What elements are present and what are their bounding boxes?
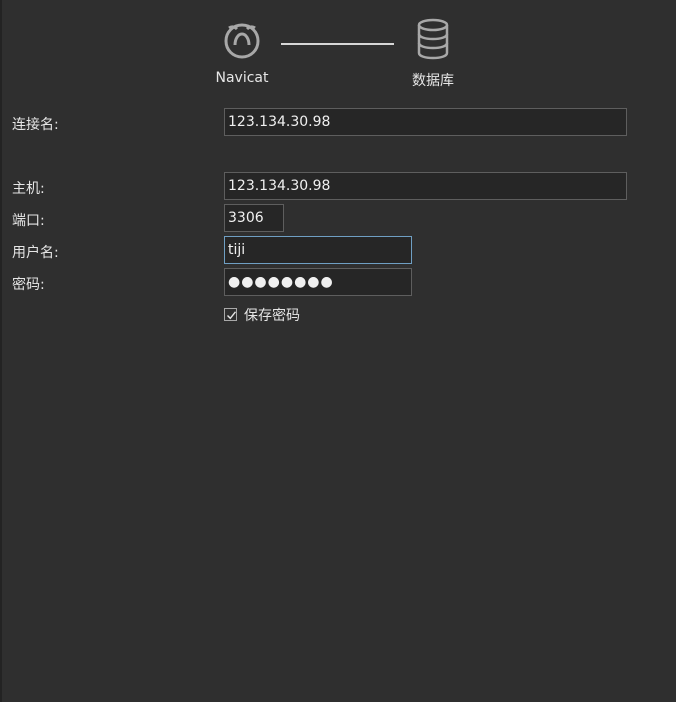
port-label: 端口: [12,213,45,229]
password-label: 密码: [12,277,45,293]
username-input[interactable] [224,236,412,264]
password-input[interactable] [224,268,412,296]
checkmark-icon [227,311,237,320]
save-password-label[interactable]: 保存密码 [244,305,300,325]
connection-name-input[interactable] [224,108,627,136]
port-input[interactable] [224,204,284,232]
save-password-checkbox[interactable] [224,308,237,321]
username-label: 用户名: [12,245,59,261]
database-caption: 数据库 [412,73,454,89]
host-input[interactable] [224,172,627,200]
connector-line [281,43,394,45]
navicat-caption: Navicat [215,70,269,86]
navicat-icon [220,18,264,66]
connection-name-label: 连接名: [12,117,59,133]
host-label: 主机: [12,181,45,197]
database-icon [416,18,450,64]
window-left-border [0,0,2,702]
